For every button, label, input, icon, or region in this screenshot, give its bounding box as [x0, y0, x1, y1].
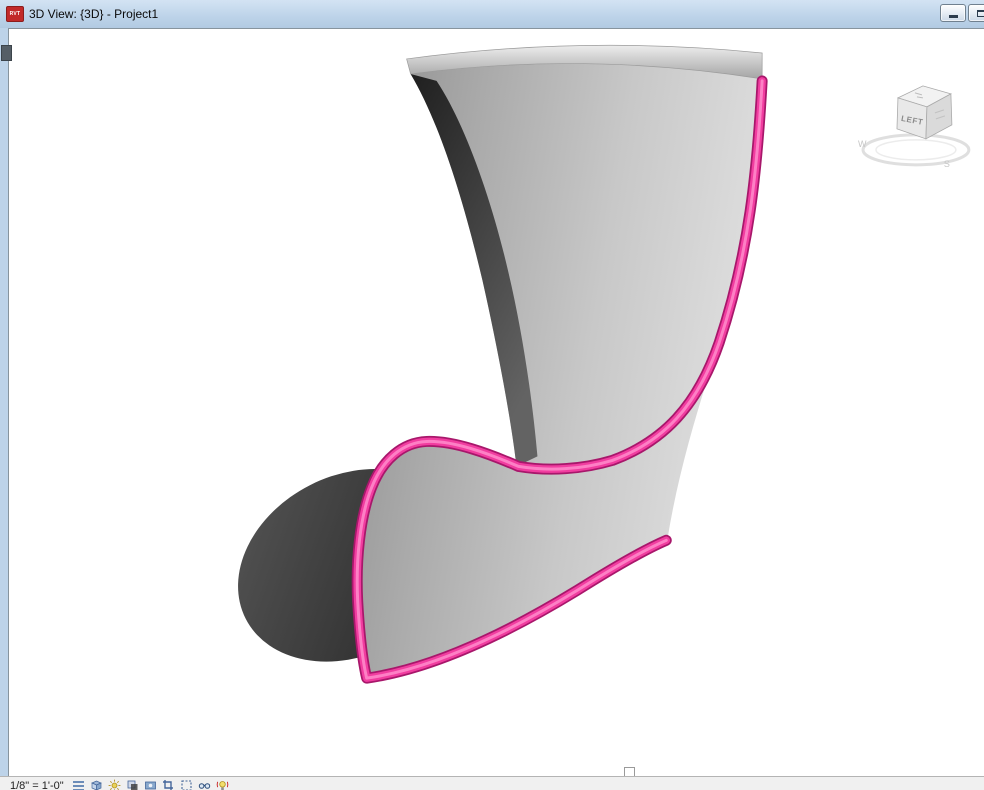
mass-surface[interactable]	[359, 63, 763, 679]
left-edge-grip[interactable]	[1, 45, 12, 61]
maximize-icon	[976, 9, 984, 17]
shadows-icon[interactable]	[126, 779, 139, 790]
compass-west-label[interactable]: W	[858, 139, 867, 149]
window-title: 3D View: {3D} - Project1	[29, 7, 159, 21]
scale-control[interactable]: 1/8" = 1'-0"	[10, 777, 64, 790]
detail-level-icon[interactable]	[72, 779, 85, 790]
minimize-icon	[948, 15, 958, 18]
model-viewport: W S LEFT	[238, 44, 971, 684]
view-control-icons	[72, 779, 229, 790]
rvt-document-icon: RVT	[6, 6, 24, 22]
view-control-bar: 1/8" = 1'-0"	[0, 776, 984, 790]
maximize-button[interactable]	[968, 4, 984, 22]
crop-region-icon[interactable]	[180, 779, 193, 790]
viewcube-compass-inner-ring	[875, 139, 957, 161]
reveal-hidden-icon[interactable]	[216, 779, 229, 790]
window-controls	[940, 4, 984, 22]
visual-style-icon[interactable]	[90, 779, 103, 790]
drawing-area[interactable]: W S LEFT	[8, 28, 984, 776]
hide-isolate-icon[interactable]	[198, 779, 211, 790]
revit-3d-view-window: RVT 3D View: {3D} - Project1 W S LEFT 1/…	[0, 0, 984, 790]
viewcube[interactable]: W S LEFT	[858, 85, 971, 169]
rendering-dialog-icon[interactable]	[144, 779, 157, 790]
compass-south-label[interactable]: S	[944, 159, 950, 169]
selection-box	[624, 767, 635, 776]
crop-view-icon[interactable]	[162, 779, 175, 790]
minimize-button[interactable]	[940, 4, 966, 22]
window-titlebar[interactable]: RVT 3D View: {3D} - Project1	[0, 0, 984, 28]
sun-path-icon[interactable]	[108, 779, 121, 790]
rvt-icon-label: RVT	[9, 11, 21, 17]
